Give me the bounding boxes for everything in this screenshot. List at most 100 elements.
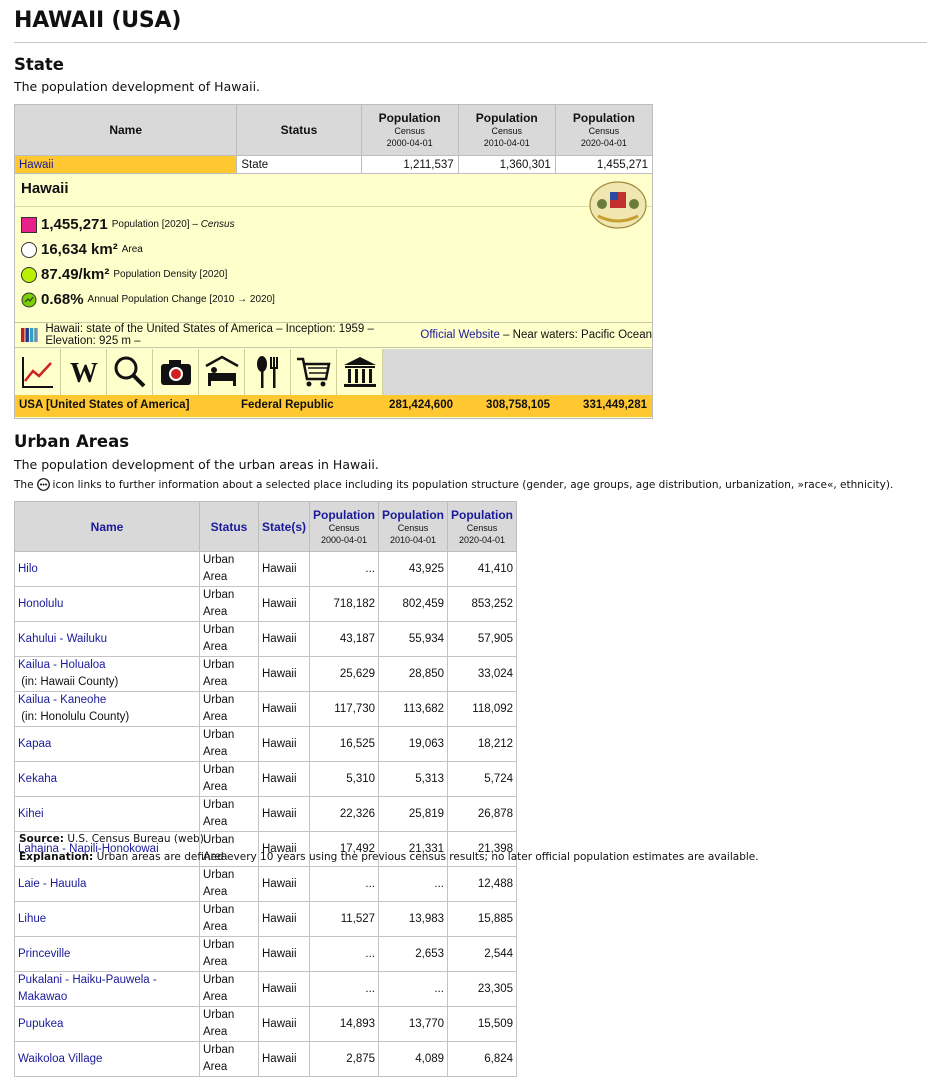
table-row[interactable]: Kailua - Kaneohe (in: Honolulu County) Ur… (14, 691, 518, 727)
table-row[interactable]: Honolulu Urban Area Hawaii 718,182 802,459 85… (14, 586, 518, 622)
urban-pop-2000: 11,527 (309, 901, 380, 937)
official-website-link[interactable]: Official Website (420, 329, 499, 341)
urban-area-link[interactable]: Kapaa (18, 738, 51, 750)
table-row[interactable]: Kailua - Holualoa (in: Hawaii County) Urb… (14, 656, 518, 692)
urban-state: Hawaii (257, 761, 311, 797)
page-title: HAWAII (USA) (14, 8, 182, 33)
country-row[interactable]: USA [United States of America] Federal R… (15, 395, 652, 417)
urban-area-link[interactable]: Laie - Hauula (18, 878, 86, 890)
urban-area-link[interactable]: Kihei (18, 808, 44, 820)
col-header-pop-2020[interactable]: Population Census 2020-04-01 (554, 104, 654, 156)
urban-pop-2010: 802,459 (378, 586, 449, 622)
museum-icon[interactable] (337, 349, 383, 395)
urban-area-link[interactable]: Princeville (18, 948, 70, 960)
col-header-pop-2010[interactable]: Population Census 2010-04-01 (378, 501, 449, 552)
urban-state: Hawaii (257, 796, 311, 832)
state-info-line: Hawaii: state of the United States of Am… (15, 322, 652, 348)
urban-status: Urban Area (199, 656, 259, 692)
urban-area-link[interactable]: Pupukea (18, 1018, 63, 1030)
food-icon[interactable] (245, 349, 291, 395)
wikipedia-icon[interactable]: W (61, 349, 107, 395)
urban-pop-2010: ... (378, 866, 449, 902)
col-header-status[interactable]: Status (236, 104, 362, 156)
urban-area-link[interactable]: Honolulu (18, 598, 63, 610)
urban-state: Hawaii (257, 726, 311, 762)
table-row[interactable]: Kihei Urban Area Hawaii 22,326 25,819 26,878 (14, 796, 518, 832)
more-info-icon (36, 478, 50, 491)
table-row[interactable]: Waikoloa Village Urban Area Hawaii 2,875 4,0… (14, 1041, 518, 1077)
area-circle-icon (21, 241, 37, 258)
state-link-hawaii[interactable]: Hawaii (19, 159, 54, 171)
urban-area-link[interactable]: Kailua - Kaneohe (18, 694, 106, 706)
state-seal-icon (589, 181, 647, 229)
urban-pop-2020: 33,024 (447, 656, 518, 692)
urban-pop-2020: 15,885 (447, 901, 518, 937)
table-row[interactable]: Kekaha Urban Area Hawaii 5,310 5,313 5,724 (14, 761, 518, 797)
col-header-pop-2020[interactable]: Population Census 2020-04-01 (447, 501, 518, 552)
col-header-states[interactable]: State(s) (257, 501, 311, 552)
urban-pop-2000: ... (309, 551, 380, 587)
svg-text:W: W (70, 358, 98, 389)
urban-area-link[interactable]: Pukalani - Haiku-Pauwela - Makawao (18, 974, 157, 1003)
population-color-icon (21, 216, 37, 233)
urban-pop-2010: 113,682 (378, 691, 449, 727)
col-header-name[interactable]: Name (14, 501, 200, 552)
urban-status: Urban Area (199, 1041, 259, 1077)
stat-density: 87.49/km² Population Density [2020] (21, 266, 227, 283)
urban-area-link[interactable]: Kahului - Wailuku (18, 633, 107, 645)
urban-status: Urban Area (199, 586, 259, 622)
col-header-pop-2000[interactable]: Population Census 2000-04-01 (309, 501, 380, 552)
urban-area-link[interactable]: Hilo (18, 563, 38, 575)
col-header-name[interactable]: Name (13, 104, 238, 156)
urban-status: Urban Area (199, 761, 259, 797)
urban-pop-2020: 5,724 (447, 761, 518, 797)
urban-status: Urban Area (199, 551, 259, 587)
chart-icon[interactable] (15, 349, 61, 395)
urban-pop-2010: 5,313 (378, 761, 449, 797)
urban-note: The icon links to further information ab… (14, 478, 894, 491)
urban-area-link[interactable]: Lihue (18, 913, 46, 925)
table-row[interactable]: Lihue Urban Area Hawaii 11,527 13,983 15,885 (14, 901, 518, 937)
urban-status: Urban Area (199, 726, 259, 762)
state-table: Name Status Population Census 2000-04-01 P… (13, 104, 654, 419)
urban-pop-2000: 14,893 (309, 1006, 380, 1042)
urban-state: Hawaii (257, 1041, 311, 1077)
urban-state: Hawaii (257, 656, 311, 692)
table-row[interactable]: Pukalani - Haiku-Pauwela - Makawao Urban … (14, 971, 518, 1007)
col-header-status[interactable]: Status (199, 501, 259, 552)
urban-area-link[interactable]: Kailua - Holualoa (18, 659, 106, 671)
col-header-pop-2010[interactable]: Population Census 2010-04-01 (457, 104, 556, 156)
col-header-pop-2000[interactable]: Population Census 2000-04-01 (360, 104, 459, 156)
urban-pop-2020: 2,544 (447, 936, 518, 972)
explanation-line: Explanation: Urban areas are defined eve… (19, 851, 759, 863)
camera-icon[interactable] (153, 349, 199, 395)
table-row[interactable]: Hawaii State 1,211,537 1,360,301 1,455,2… (13, 155, 654, 174)
table-row[interactable]: Kahului - Wailuku Urban Area Hawaii 43,187 5… (14, 621, 518, 657)
urban-state: Hawaii (257, 586, 311, 622)
urban-pop-2000: ... (309, 936, 380, 972)
stat-area: 16,634 km² Area (21, 241, 143, 258)
urban-area-link[interactable]: Kekaha (18, 773, 57, 785)
table-row[interactable]: Pupukea Urban Area Hawaii 14,893 13,770 15,50… (14, 1006, 518, 1042)
urban-area-link[interactable]: Waikoloa Village (18, 1053, 102, 1065)
urban-state: Hawaii (257, 621, 311, 657)
urban-pop-2010: 25,819 (378, 796, 449, 832)
table-row[interactable]: Kapaa Urban Area Hawaii 16,525 19,063 18,212 (14, 726, 518, 762)
country-pop-2000: 281,424,600 (389, 399, 453, 411)
bed-icon[interactable] (199, 349, 245, 395)
urban-pop-2000: 16,525 (309, 726, 380, 762)
urban-pop-2020: 41,410 (447, 551, 518, 587)
urban-pop-2010: 2,653 (378, 936, 449, 972)
urban-status: Urban Area (199, 866, 259, 902)
search-icon[interactable] (107, 349, 153, 395)
county-note: (in: Honolulu County) (18, 711, 130, 723)
table-row[interactable]: Hilo Urban Area Hawaii... 43,925 41,410 (14, 551, 518, 587)
resource-icon-bar: W (15, 349, 383, 395)
cart-icon[interactable] (291, 349, 337, 395)
urban-description: The population development of the urban … (14, 457, 379, 472)
table-row[interactable]: Princeville Urban Area Hawaii... 2,653 2,544 (14, 936, 518, 972)
state-description: The population development of Hawaii. (14, 79, 261, 94)
state-heading: State (14, 55, 64, 74)
urban-state: Hawaii (257, 901, 311, 937)
table-row[interactable]: Laie - Hauula Urban Area Hawaii...... 12,48… (14, 866, 518, 902)
